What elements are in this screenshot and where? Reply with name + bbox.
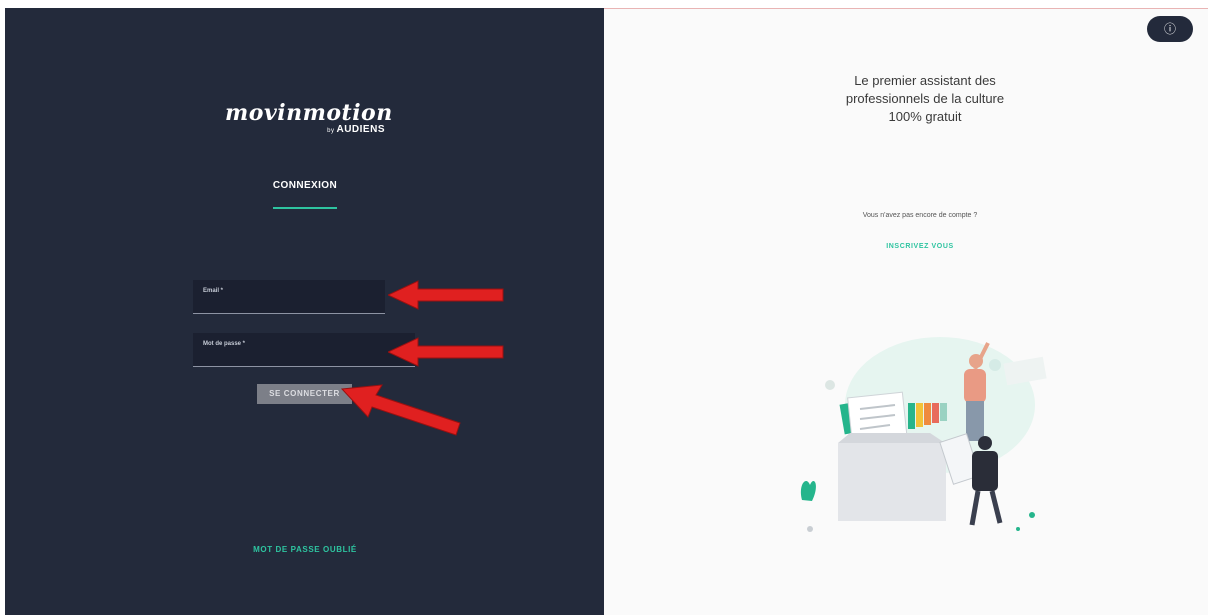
help-button[interactable]: ⓘ xyxy=(1147,16,1193,42)
hero-illustration xyxy=(800,337,1047,532)
annotation-arrow-email xyxy=(388,280,504,310)
email-label: Email * xyxy=(203,288,224,294)
password-input[interactable] xyxy=(201,348,405,364)
forgot-password-link[interactable]: MOT DE PASSE OUBLIÉ xyxy=(230,545,380,554)
brand-by: by xyxy=(327,128,335,134)
email-field[interactable]: Email * xyxy=(193,280,405,314)
brand-partner-name: AUDIENS xyxy=(336,124,385,135)
password-field[interactable]: Mot de passe * xyxy=(193,333,415,367)
password-label: Mot de passe * xyxy=(203,341,246,347)
headline-line-2: professionnels de la culture xyxy=(845,91,1005,106)
headline-line-3: 100% gratuit xyxy=(888,109,962,124)
headline-line-1: Le premier assistant des xyxy=(854,73,996,88)
brand-logo: movinmotion by AUDIENS xyxy=(225,100,393,135)
no-account-text: Vous n'avez pas encore de compte ? xyxy=(862,212,978,219)
annotation-arrow-password xyxy=(388,337,504,367)
tab-connexion[interactable]: CONNEXION xyxy=(255,180,355,191)
email-input[interactable] xyxy=(201,295,405,311)
signup-link[interactable]: INSCRIVEZ VOUS xyxy=(820,243,1020,250)
annotation-arrow-button xyxy=(340,384,461,436)
promo-headline: Le premier assistant des professionnels … xyxy=(790,72,1060,126)
top-border xyxy=(0,0,1208,8)
brand-name: movinmotion xyxy=(225,100,393,126)
question-circle-icon: ⓘ xyxy=(1163,22,1176,36)
tab-active-indicator xyxy=(273,207,337,209)
